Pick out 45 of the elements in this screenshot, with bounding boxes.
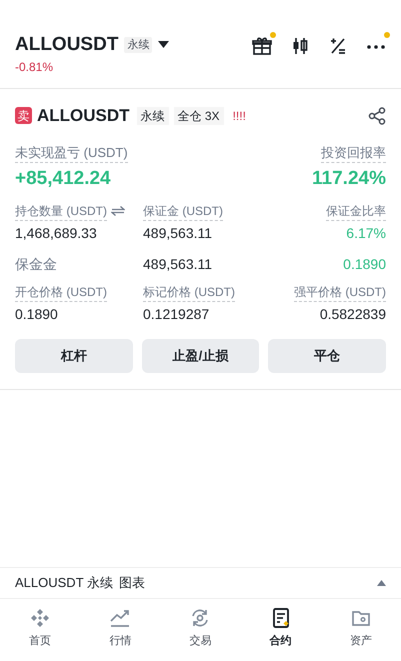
stat-value: 1,468,689.33: [15, 224, 97, 242]
dropdown-icon[interactable]: [158, 41, 170, 49]
stat-label: 保证金 (USDT): [143, 202, 223, 220]
swap-icon[interactable]: [111, 206, 125, 216]
stat-label: 保金金: [15, 254, 57, 274]
nav-tab[interactable]: 行情: [109, 633, 132, 650]
share-icon[interactable]: [368, 106, 386, 125]
stat-value: 489,563.11: [143, 224, 212, 242]
warning-mark: !!!!: [232, 108, 246, 125]
chart-bar-title: ALLOUSDT 永续: [15, 574, 114, 592]
chart-bar-label: 图表: [119, 574, 146, 592]
plus-minus-icon[interactable]: [328, 36, 348, 56]
gift-icon[interactable]: [252, 36, 272, 56]
contract-tag: 永续: [124, 36, 152, 54]
stat-value: 0.5822839: [320, 304, 386, 324]
margin-mode-tag: 全仓 3X: [174, 106, 224, 125]
pnl-label: 未实现盈亏 (USDT): [15, 142, 128, 163]
nav-tab[interactable]: 交易: [189, 633, 212, 650]
expand-icon[interactable]: [377, 580, 386, 586]
stat-label: 持仓数量 (USDT): [15, 202, 107, 220]
stat-value: 0.1890: [15, 304, 58, 324]
price-change: -0.81%: [15, 59, 54, 76]
action-button[interactable]: 平仓: [268, 338, 386, 372]
position-symbol: ALLOUSDT: [37, 105, 130, 127]
stat-value: 6.17%: [346, 224, 386, 242]
stat-label: 强平价格 (USDT): [294, 282, 386, 302]
nav-tab[interactable]: 合约: [270, 633, 292, 650]
stat-value: 0.1219287: [143, 304, 210, 324]
nav-tab[interactable]: 首页: [29, 633, 52, 650]
symbol-title: ALLOUSDT: [15, 34, 118, 56]
stat-value: 489,563.11: [143, 254, 212, 274]
stat-label: 保证金比率: [326, 202, 386, 220]
nav-tab[interactable]: 资产: [350, 633, 372, 650]
action-button[interactable]: 止盈/止损: [142, 338, 260, 372]
roi-value: 117.24%: [312, 167, 386, 191]
stat-value: 0.1890: [343, 254, 386, 274]
home-diamond-icon: [29, 607, 52, 629]
roi-label: 投资回报率: [321, 142, 386, 163]
action-button[interactable]: 杠杆: [15, 338, 133, 372]
contract-tag: 永续: [136, 106, 169, 125]
pnl-value: +85,412.24: [15, 167, 111, 191]
trend-chart-icon: [109, 607, 132, 629]
stat-label: 开仓价格 (USDT): [15, 282, 107, 302]
sell-badge: 卖: [15, 107, 32, 124]
stat-label: 标记价格 (USDT): [143, 282, 235, 302]
